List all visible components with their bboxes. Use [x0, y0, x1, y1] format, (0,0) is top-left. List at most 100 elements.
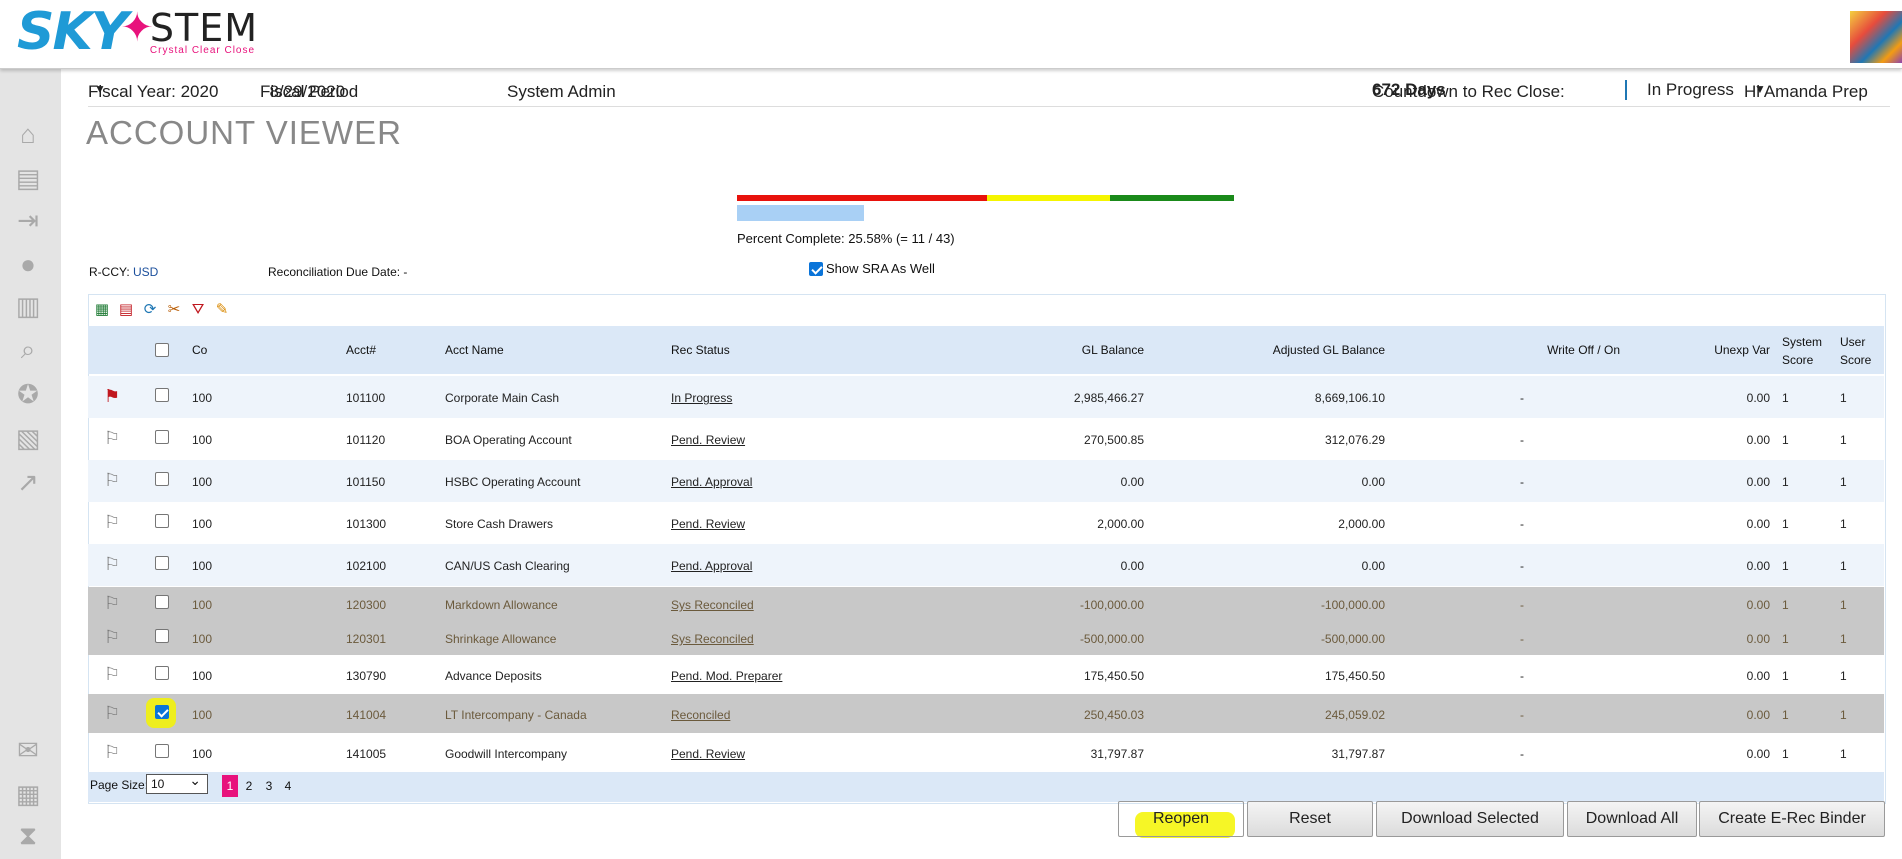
- cell-adjusted-gl: 2,000.00: [1338, 517, 1385, 531]
- cell-rec-status[interactable]: Pend. Mod. Preparer: [671, 669, 782, 683]
- cell-unexp-var: 0.00: [1746, 747, 1770, 761]
- flag-icon[interactable]: ⚐: [104, 428, 120, 449]
- col-user-score-line2: Score: [1840, 353, 1872, 367]
- table-row[interactable]: ⚐ 100 120300 Markdown Allowance Sys Reconcil…: [88, 587, 1884, 621]
- calendar-icon[interactable]: ▦: [11, 779, 45, 809]
- refresh-icon[interactable]: ⟳: [140, 299, 160, 319]
- row-checkbox[interactable]: [155, 472, 169, 486]
- row-checkbox[interactable]: [155, 556, 169, 570]
- table-row[interactable]: ⚐ 100 141005 Goodwill Intercompany Pend. Rev…: [88, 733, 1884, 772]
- fiscal-period-dropdown[interactable]: Fiscal Period 8/29/2020 ⌄: [260, 80, 358, 101]
- col-unexp-var[interactable]: Unexp Var: [1714, 343, 1770, 357]
- chevron-down-icon: ⌄: [537, 82, 548, 96]
- user-icon[interactable]: ●: [11, 249, 45, 279]
- flag-icon[interactable]: ⚑: [104, 386, 120, 407]
- table-row[interactable]: ⚐ 100 141004 LT Intercompany - Canada Reconc…: [88, 694, 1884, 733]
- table-row[interactable]: ⚐ 100 102100 CAN/US Cash Clearing Pend. Appr…: [88, 544, 1884, 586]
- cell-rec-status[interactable]: Pend. Review: [671, 747, 745, 761]
- mail-icon[interactable]: ✉: [11, 735, 45, 765]
- row-checkbox[interactable]: [155, 705, 169, 719]
- cell-write-off: -: [1520, 475, 1524, 489]
- user-avatar[interactable]: [1850, 11, 1902, 63]
- table-row[interactable]: ⚐ 100 130790 Advance Deposits Pend. Mod. Pre…: [88, 655, 1884, 694]
- flag-icon[interactable]: ⚐: [104, 470, 120, 491]
- cell-rec-status[interactable]: Pend. Review: [671, 517, 745, 531]
- flag-icon[interactable]: ⚐: [104, 593, 120, 614]
- col-rec-status[interactable]: Rec Status: [671, 343, 730, 357]
- col-gl-balance[interactable]: GL Balance: [1082, 343, 1144, 357]
- row-checkbox[interactable]: [155, 595, 169, 609]
- row-checkbox[interactable]: [155, 514, 169, 528]
- col-co[interactable]: Co: [192, 343, 207, 357]
- flag-icon[interactable]: ⚐: [104, 627, 120, 648]
- flag-icon[interactable]: ⚐: [104, 664, 120, 685]
- table-row[interactable]: ⚐ 100 120301 Shrinkage Allowance Sys Reconci…: [88, 621, 1884, 655]
- search-report-icon[interactable]: ⌕: [11, 334, 45, 365]
- import-icon[interactable]: ⇥: [11, 205, 45, 235]
- logo-text-sky: SKY: [17, 2, 128, 62]
- col-user-score[interactable]: User Score: [1840, 333, 1871, 369]
- award-icon[interactable]: ✪: [11, 379, 45, 409]
- col-write-off[interactable]: Write Off / On: [1547, 343, 1620, 357]
- row-checkbox[interactable]: [155, 388, 169, 402]
- flag-icon[interactable]: ⚐: [104, 742, 120, 763]
- download-all-button[interactable]: Download All: [1567, 801, 1697, 837]
- col-acct[interactable]: Acct#: [346, 343, 376, 357]
- filter-icon[interactable]: ⛛: [188, 299, 208, 319]
- table-row[interactable]: ⚑ 100 101100 Corporate Main Cash In Progress…: [88, 376, 1884, 418]
- library-icon[interactable]: ▥: [11, 291, 45, 321]
- pager: Page Size: 10 1 2 3 4: [88, 771, 1884, 802]
- reset-button[interactable]: Reset: [1247, 801, 1373, 837]
- home-icon[interactable]: ⌂: [11, 119, 45, 149]
- page-2[interactable]: 2: [241, 775, 257, 797]
- cell-acct: 102100: [346, 559, 387, 573]
- show-sra-toggle[interactable]: Show SRA As Well: [809, 261, 935, 276]
- rccy-value[interactable]: USD: [133, 265, 158, 279]
- flag-icon[interactable]: ⚐: [104, 703, 120, 724]
- cell-rec-status[interactable]: In Progress: [671, 391, 732, 405]
- cell-rec-status[interactable]: Pend. Approval: [671, 559, 752, 573]
- export-pdf-icon[interactable]: ▤: [116, 299, 136, 319]
- cell-user-score: 1: [1840, 391, 1847, 405]
- col-acct-name[interactable]: Acct Name: [445, 343, 504, 357]
- flag-icon[interactable]: ⚐: [104, 512, 120, 533]
- cell-rec-status[interactable]: Sys Reconciled: [671, 598, 754, 612]
- reopen-button[interactable]: Reopen: [1118, 801, 1244, 837]
- table-row[interactable]: ⚐ 100 101120 BOA Operating Account Pend. Rev…: [88, 418, 1884, 460]
- hourglass-icon[interactable]: ⧗: [11, 820, 45, 851]
- row-checkbox[interactable]: [155, 629, 169, 643]
- caret-down-icon: ▼: [1754, 82, 1766, 96]
- table-row[interactable]: ⚐ 100 101300 Store Cash Drawers Pend. Review…: [88, 502, 1884, 544]
- cell-rec-status[interactable]: Reconciled: [671, 708, 730, 722]
- page-title: ACCOUNT VIEWER: [86, 114, 402, 151]
- flag-icon[interactable]: ⚐: [104, 554, 120, 575]
- certified-document-icon[interactable]: ▧: [11, 423, 45, 453]
- select-all-checkbox[interactable]: [155, 343, 169, 357]
- page-3[interactable]: 3: [261, 775, 277, 797]
- row-checkbox[interactable]: [155, 744, 169, 758]
- col-system-score[interactable]: System Score: [1782, 333, 1822, 369]
- cell-unexp-var: 0.00: [1746, 433, 1770, 447]
- row-checkbox[interactable]: [155, 666, 169, 680]
- tools-icon[interactable]: ✂: [164, 299, 184, 319]
- cell-gl-balance: 270,500.85: [1083, 433, 1144, 447]
- export-excel-icon[interactable]: ▦: [92, 299, 112, 319]
- analytics-chart-icon[interactable]: ↗: [11, 467, 45, 497]
- create-e-rec-binder-button[interactable]: Create E-Rec Binder: [1699, 801, 1885, 837]
- cell-gl-balance: 175,450.50: [1083, 669, 1144, 683]
- cell-rec-status[interactable]: Pend. Review: [671, 433, 745, 447]
- page-1[interactable]: 1: [222, 775, 238, 797]
- show-sra-checkbox[interactable]: [809, 261, 823, 276]
- download-selected-button[interactable]: Download Selected: [1376, 801, 1564, 837]
- table-row[interactable]: ⚐ 100 101150 HSBC Operating Account Pend. Ap…: [88, 460, 1884, 502]
- skystem-logo[interactable]: SKY ✦ STEM Crystal Clear Close: [17, 2, 258, 62]
- page-size-select[interactable]: 10: [146, 771, 208, 794]
- cell-rec-status[interactable]: Sys Reconciled: [671, 632, 754, 646]
- dashboard-icon[interactable]: ▤: [11, 163, 45, 193]
- clear-filter-broom-icon[interactable]: ✎: [212, 299, 232, 319]
- col-adjusted-gl[interactable]: Adjusted GL Balance: [1273, 343, 1385, 357]
- cell-co: 100: [192, 559, 213, 573]
- row-checkbox[interactable]: [155, 430, 169, 444]
- page-4[interactable]: 4: [280, 775, 296, 797]
- cell-rec-status[interactable]: Pend. Approval: [671, 475, 752, 489]
